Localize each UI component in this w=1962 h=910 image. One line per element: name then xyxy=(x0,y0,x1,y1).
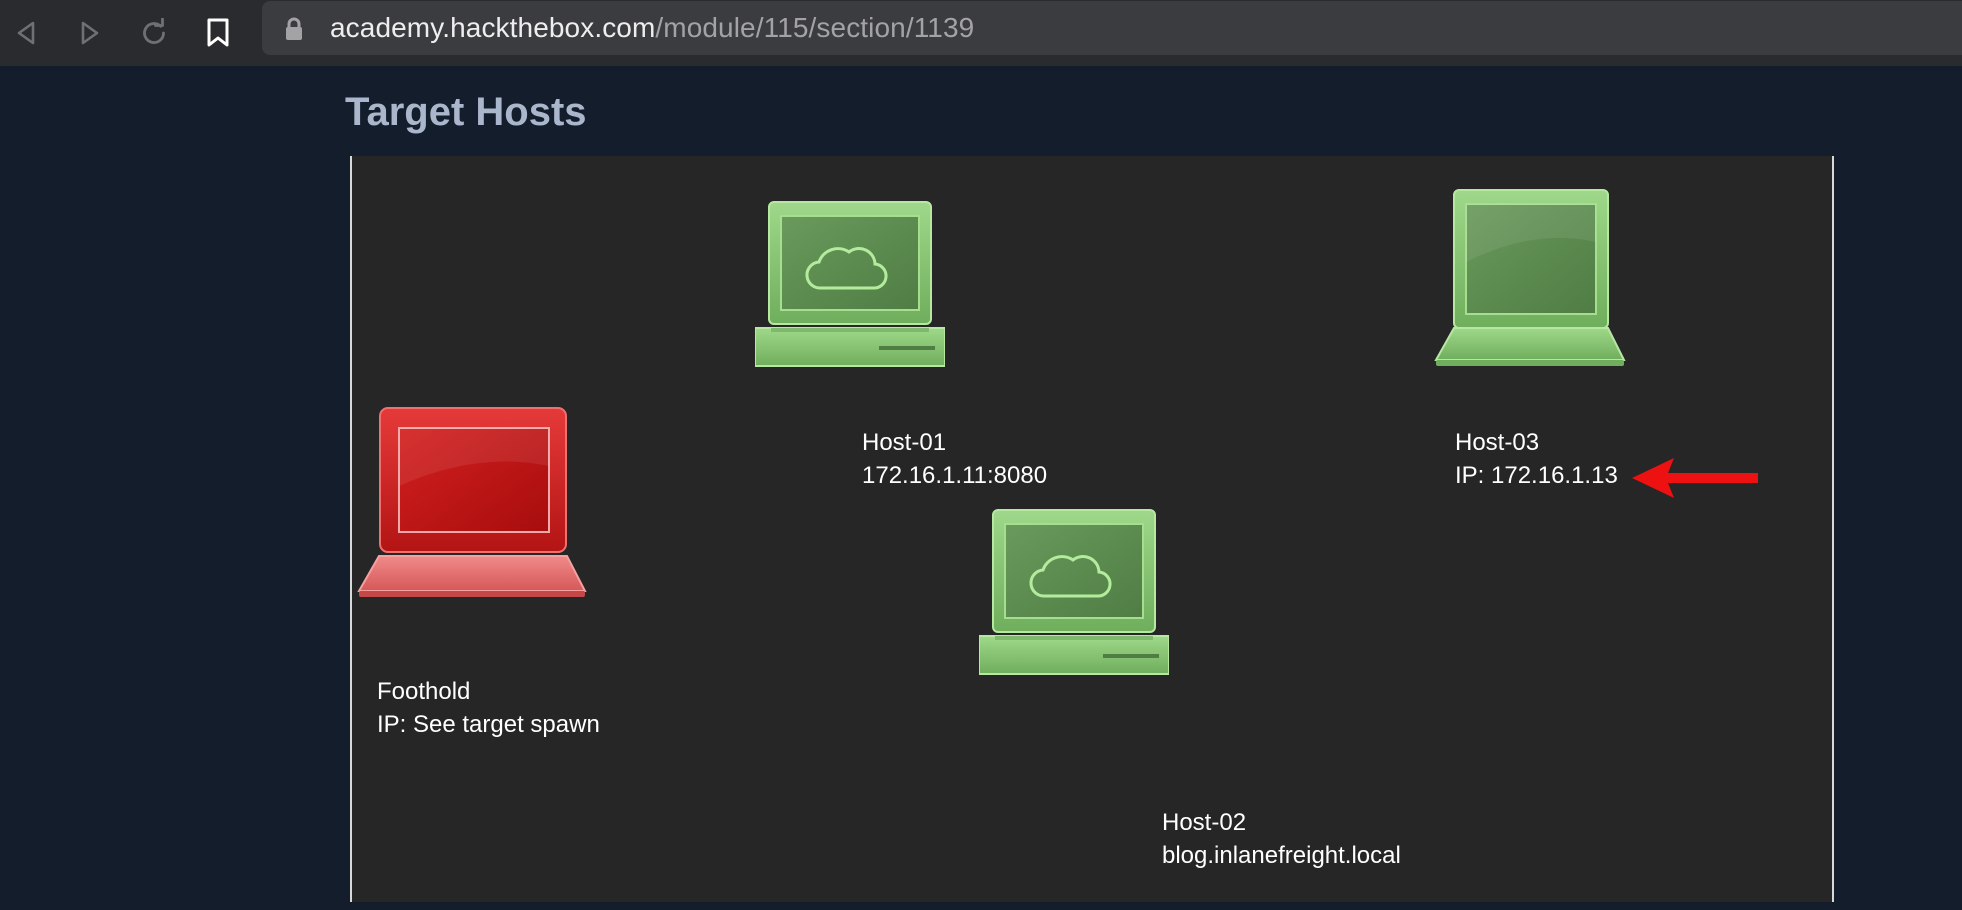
back-button[interactable] xyxy=(6,13,46,53)
url-host: academy.hackthebox.com xyxy=(330,12,656,43)
reload-button[interactable] xyxy=(134,13,174,53)
host01-node[interactable] xyxy=(754,200,946,375)
url-text: academy.hackthebox.com/module/115/sectio… xyxy=(330,12,974,44)
host02-name: Host-02 xyxy=(1162,809,1247,836)
host01-label: Host-01 172.16.1.11:8080 xyxy=(862,426,1047,492)
foothold-name: Foothold xyxy=(377,678,471,705)
lock-icon xyxy=(286,17,302,40)
host03-ip: IP: 172.16.1.13 xyxy=(1455,462,1618,489)
host01-name: Host-01 xyxy=(862,429,947,456)
foothold-laptop-icon xyxy=(357,407,587,597)
url-path: /module/115/section/1139 xyxy=(655,12,975,43)
bookmark-button[interactable] xyxy=(198,13,238,53)
forward-icon xyxy=(81,21,99,45)
foothold-node[interactable] xyxy=(357,406,587,611)
foothold-ip: IP: See target spawn xyxy=(377,711,600,738)
page-title: Target Hosts xyxy=(345,90,587,134)
browser-toolbar: academy.hackthebox.com/module/115/sectio… xyxy=(0,0,1962,66)
host03-node[interactable] xyxy=(1434,188,1626,375)
host02-cloud-computer-icon xyxy=(978,509,1170,675)
forward-button[interactable] xyxy=(70,13,110,53)
host02-node[interactable] xyxy=(978,508,1170,683)
reload-icon xyxy=(143,18,165,44)
bookmark-icon xyxy=(207,18,229,47)
host01-ip: 172.16.1.11:8080 xyxy=(862,462,1048,489)
host02-ip: blog.inlanefreight.local xyxy=(1162,842,1401,869)
address-bar[interactable]: academy.hackthebox.com/module/115/sectio… xyxy=(262,1,1962,55)
host03-laptop-icon xyxy=(1434,189,1626,366)
host01-cloud-computer-icon xyxy=(754,201,946,367)
host03-label: Host-03 IP: 172.16.1.13 xyxy=(1455,426,1618,492)
host03-name: Host-03 xyxy=(1455,429,1540,456)
host02-label: Host-02 blog.inlanefreight.local xyxy=(1162,806,1401,872)
red-arrow-icon xyxy=(1632,458,1758,498)
back-icon xyxy=(17,21,35,45)
foothold-label: Foothold IP: See target spawn xyxy=(377,675,600,741)
network-diagram: Foothold IP: See target spawn Host-01 17… xyxy=(350,156,1834,902)
